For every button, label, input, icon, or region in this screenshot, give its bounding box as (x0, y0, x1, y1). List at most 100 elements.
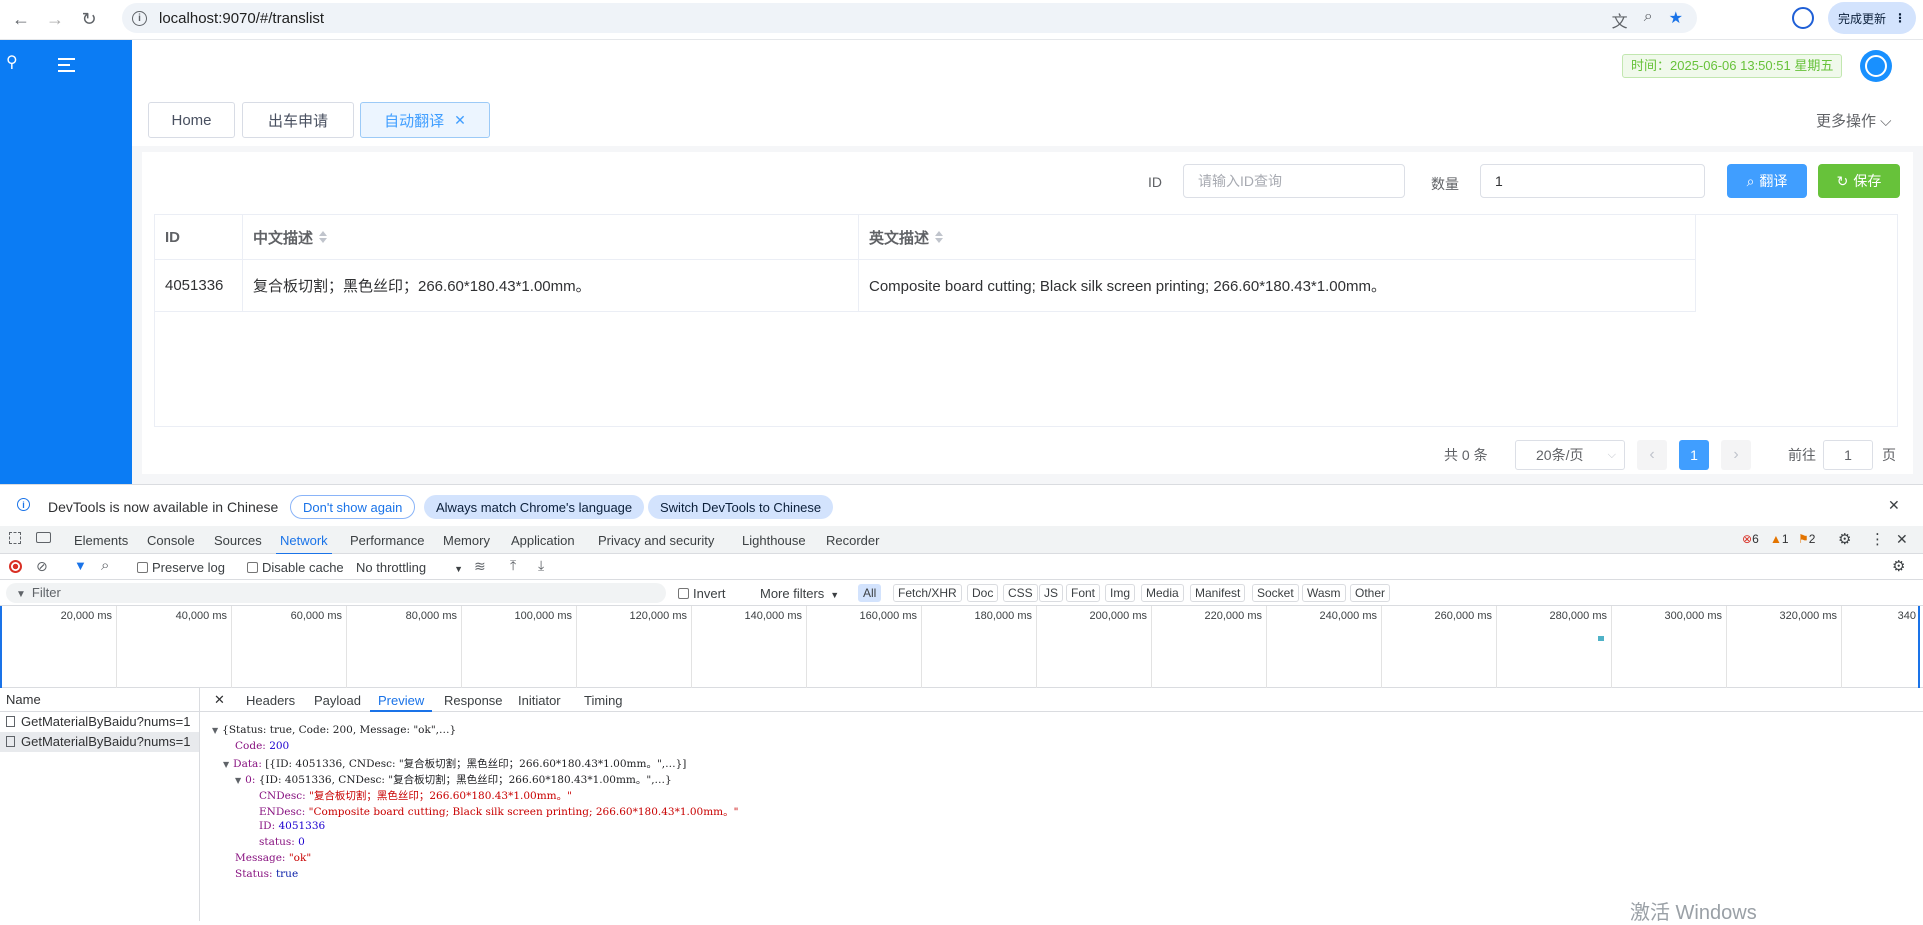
filter-chip-fetch-xhr[interactable]: Fetch/XHR (893, 584, 962, 602)
tab-vehicle-request[interactable]: 出车申请 (242, 102, 354, 138)
pin-icon[interactable]: ⚲ (6, 52, 18, 72)
dont-show-again-button[interactable]: Don't show again (290, 495, 416, 519)
filter-chip-media[interactable]: Media (1141, 584, 1184, 602)
filter-chip-img[interactable]: Img (1105, 584, 1136, 602)
inspect-element-icon[interactable] (9, 532, 21, 544)
network-timeline-overview[interactable]: 340 320,000 ms 300,000 ms 280,000 ms 260,000… (0, 606, 1923, 688)
filter-chip-socket[interactable]: Socket (1252, 584, 1299, 602)
tab-response[interactable]: Response (444, 693, 503, 708)
record-icon[interactable] (9, 560, 22, 573)
tab-privacy-security[interactable]: Privacy and security (598, 533, 714, 548)
site-info-icon[interactable]: i (132, 10, 147, 26)
zoom-icon[interactable]: ⌕ (1644, 8, 1653, 32)
filter-chip-css[interactable]: CSS (1003, 584, 1038, 602)
tab-initiator[interactable]: Initiator (518, 693, 561, 708)
json-item-line[interactable]: ▼ 0: {ID: 4051336, CNDesc: "复合板切割；黑色丝印；26… (235, 772, 672, 787)
avatar[interactable] (1860, 50, 1892, 82)
sort-icon[interactable] (319, 231, 328, 243)
timeline-right-handle[interactable] (1918, 606, 1920, 688)
close-icon[interactable]: ✕ (1888, 497, 1900, 514)
disable-cache-checkbox[interactable]: Disable cache (247, 560, 344, 575)
settings-gear-icon[interactable]: ⚙ (1838, 530, 1851, 548)
column-header-id[interactable]: ID (155, 215, 243, 260)
filter-chip-manifest[interactable]: Manifest (1190, 584, 1246, 602)
id-search-input[interactable]: 请输入ID查询 (1183, 164, 1405, 198)
filter-chip-other[interactable]: Other (1350, 584, 1391, 602)
clear-icon[interactable]: ⊘ (36, 558, 48, 575)
save-button[interactable]: ↻ 保存 (1818, 164, 1900, 198)
json-data-line[interactable]: ▼ Data: [{ID: 4051336, CNDesc: "复合板切割；黑色丝… (223, 756, 686, 771)
timeline-left-handle[interactable] (0, 606, 2, 688)
expand-triangle-icon[interactable]: ▼ (235, 776, 241, 785)
expand-triangle-icon[interactable]: ▼ (212, 726, 218, 735)
close-icon[interactable]: ✕ (1896, 531, 1908, 548)
goto-page-input[interactable]: 1 (1823, 440, 1873, 470)
warning-count-badge[interactable]: ▲1 (1770, 532, 1789, 546)
tab-auto-translate[interactable]: 自动翻译 ✕ (360, 102, 490, 138)
tab-headers[interactable]: Headers (246, 693, 295, 708)
invert-checkbox[interactable]: Invert (678, 586, 726, 601)
more-filters-dropdown[interactable]: More filters ▼ (760, 586, 839, 601)
reload-icon[interactable]: ↻ (76, 7, 102, 33)
import-har-icon[interactable]: ⤒ (510, 557, 516, 574)
network-settings-icon[interactable]: ⚙ (1892, 557, 1905, 575)
device-toolbar-icon[interactable] (36, 532, 51, 543)
tab-sources[interactable]: Sources (214, 533, 262, 548)
close-icon[interactable]: ✕ (454, 112, 466, 129)
kebab-menu-icon[interactable]: ⋮ (1870, 530, 1885, 548)
more-operations-dropdown[interactable]: 更多操作 ⌵ (1816, 110, 1892, 131)
filter-chip-all[interactable]: All (858, 584, 882, 602)
throttling-select[interactable]: No throttling ▼ (356, 560, 463, 575)
address-bar[interactable]: i localhost:9070/#/translist 文 ⌕ ★ (122, 3, 1697, 33)
filter-chip-js[interactable]: JS (1039, 584, 1064, 602)
column-header-cn-desc[interactable]: 中文描述 (243, 215, 859, 260)
tab-lighthouse[interactable]: Lighthouse (742, 533, 806, 548)
search-icon[interactable]: ⌕ (101, 557, 109, 574)
filter-chip-wasm[interactable]: Wasm (1302, 584, 1346, 602)
issues-count-badge[interactable]: ⚑2 (1798, 532, 1815, 546)
request-row[interactable]: GetMaterialByBaidu?nums=1 (0, 732, 199, 752)
prev-page-button[interactable]: ‹ (1637, 440, 1667, 470)
tab-home[interactable]: Home (148, 102, 235, 138)
next-page-button[interactable]: › (1721, 440, 1751, 470)
network-conditions-icon[interactable]: ≋ (474, 558, 486, 575)
column-header-en-desc[interactable]: 英文描述 (859, 215, 1696, 260)
request-row[interactable]: GetMaterialByBaidu?nums=1 (0, 712, 199, 732)
switch-to-chinese-button[interactable]: Switch DevTools to Chinese (648, 495, 834, 519)
update-button[interactable]: 完成更新 ⋮ (1828, 2, 1916, 34)
menu-toggle-icon[interactable] (58, 58, 75, 76)
tab-console[interactable]: Console (147, 533, 195, 548)
tab-elements[interactable]: Elements (74, 533, 128, 548)
tab-application[interactable]: Application (511, 533, 575, 548)
tab-network[interactable]: Network (276, 533, 332, 555)
back-icon[interactable]: ← (8, 7, 34, 33)
profile-icon[interactable] (1792, 7, 1814, 29)
tab-timing[interactable]: Timing (584, 693, 623, 708)
close-icon[interactable]: ✕ (214, 692, 225, 708)
tab-recorder[interactable]: Recorder (826, 533, 879, 548)
page-size-select[interactable]: 20条/页 ⌵ (1515, 440, 1625, 470)
always-match-language-button[interactable]: Always match Chrome's language (424, 495, 645, 519)
bookmark-star-icon[interactable]: ★ (1669, 8, 1683, 32)
translate-button[interactable]: ⌕ 翻译 (1727, 164, 1807, 198)
tab-preview[interactable]: Preview (369, 693, 433, 712)
name-column-header[interactable]: Name (0, 688, 199, 712)
url-text[interactable]: localhost:9070/#/translist (159, 10, 324, 27)
filter-input[interactable]: ▼ Filter (6, 583, 666, 603)
forward-icon[interactable]: → (42, 7, 68, 33)
filter-chip-font[interactable]: Font (1066, 584, 1101, 602)
page-number-current[interactable]: 1 (1679, 440, 1709, 470)
sort-icon[interactable] (935, 231, 944, 243)
tab-performance[interactable]: Performance (350, 533, 424, 548)
expand-triangle-icon[interactable]: ▼ (223, 760, 229, 769)
tab-memory[interactable]: Memory (443, 533, 490, 548)
quantity-input[interactable]: 1 (1480, 164, 1705, 198)
error-count-badge[interactable]: ⊗6 (1742, 532, 1759, 546)
translate-icon[interactable]: 文 (1612, 8, 1628, 32)
preserve-log-checkbox[interactable]: Preserve log (137, 560, 225, 575)
tab-payload[interactable]: Payload (314, 693, 361, 708)
export-har-icon[interactable]: ⤓ (538, 557, 544, 574)
filter-funnel-icon[interactable]: ▼ (74, 558, 87, 573)
json-root-line[interactable]: ▼ {Status: true, Code: 200, Message: "ok"… (212, 724, 456, 736)
filter-chip-doc[interactable]: Doc (967, 584, 999, 602)
